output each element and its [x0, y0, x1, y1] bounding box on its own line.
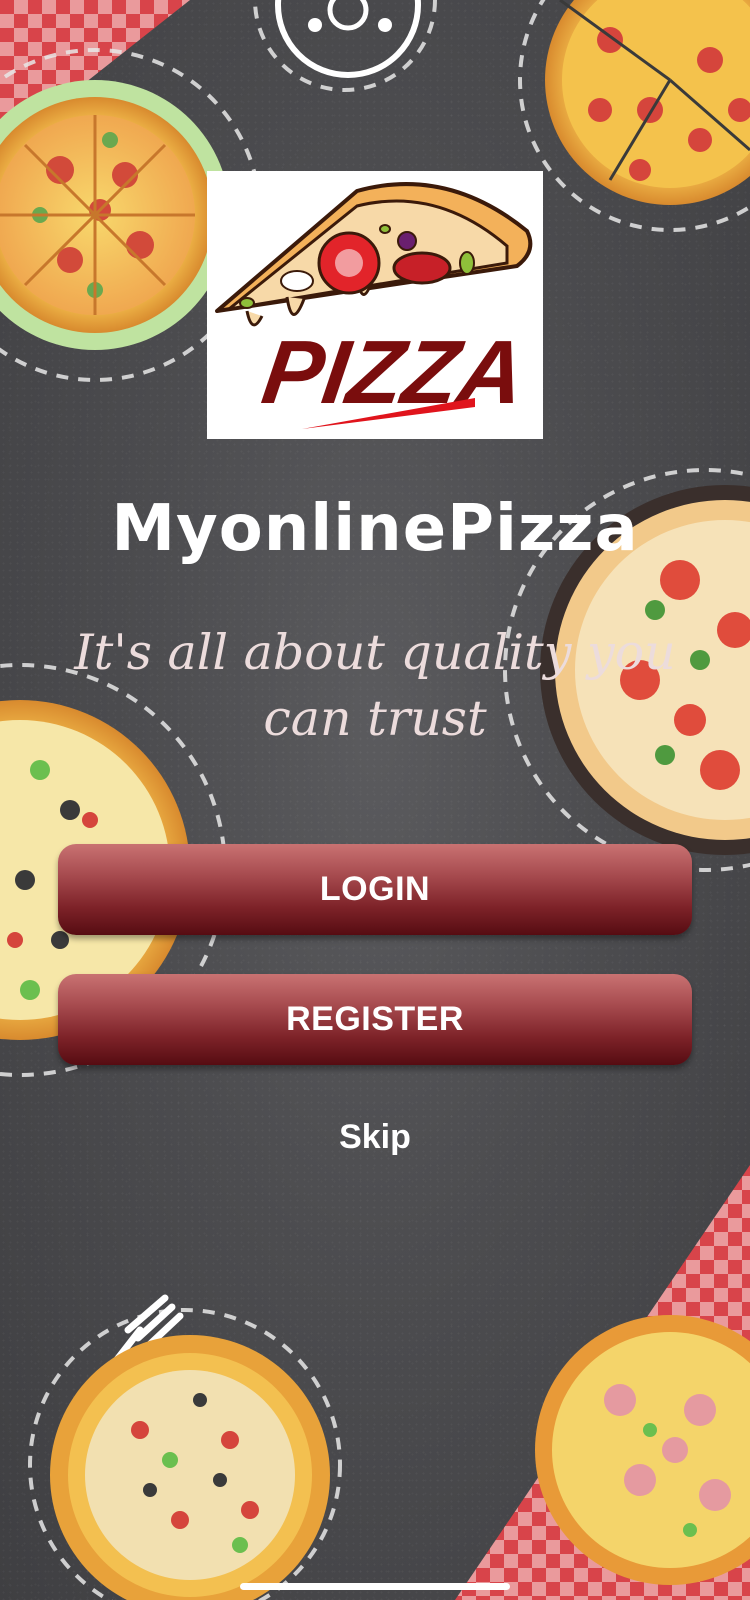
- plate-icon: [275, 0, 421, 78]
- tagline: It's all about quality you can trust: [74, 624, 676, 747]
- skip-button[interactable]: Skip: [0, 1118, 750, 1157]
- pizza-icon: [50, 1335, 330, 1600]
- pizza-icon: [545, 0, 750, 205]
- register-button[interactable]: REGISTER: [58, 974, 692, 1065]
- pizza-slice-icon: PIZZA: [215, 182, 533, 429]
- pizza-icon: [0, 80, 230, 350]
- app-title: MyonlinePizza: [111, 492, 639, 566]
- login-button[interactable]: LOGIN: [58, 844, 692, 935]
- welcome-screen: PIZZA MyonlinePizza It's all about quali…: [0, 0, 750, 1600]
- app-logo: PIZZA: [207, 171, 543, 439]
- logo-text: PIZZA: [257, 322, 531, 423]
- home-indicator[interactable]: [240, 1583, 510, 1590]
